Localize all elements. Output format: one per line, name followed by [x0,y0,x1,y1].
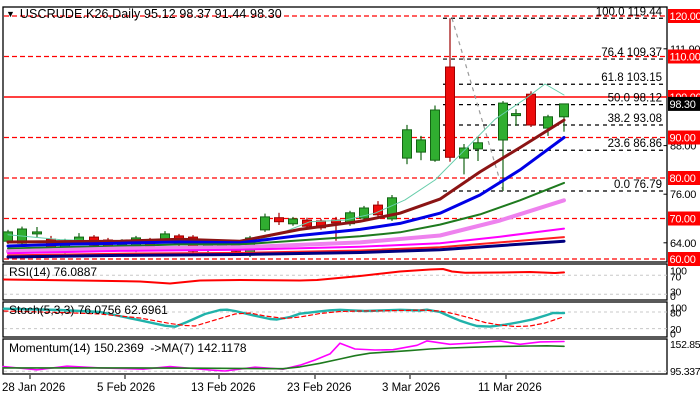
candle-body [459,147,469,159]
rsi-axis-label: 0 [670,291,676,303]
date-label: 11 Mar 2026 [478,382,542,394]
chart-title-text: USCRUDE.K26,Daily 95.12 98.37 91.44 98.3… [19,7,282,21]
fib-level-label: 61.8 103.15 [601,72,662,84]
candle-body [559,103,569,118]
price-level-badge-label: 70.00 [670,214,696,226]
momentum-axis-label: 95.3379 [670,366,700,378]
candle-body [473,142,483,150]
date-label: 13 Feb 2026 [191,382,256,394]
candle-body [274,217,284,223]
fib-level-label: 23.6 86.86 [608,138,662,150]
price-level-badge-label: 60.00 [670,254,696,266]
current-price-badge-label: 98.30 [670,99,696,111]
momentum-indicator-label: Momentum(14) 150.2369 ->MA(7) 142.1178 [9,341,247,355]
candle-body [402,129,412,159]
price-level-badge-label: 90.00 [670,133,696,145]
candle-body [288,218,298,225]
stoch-indicator-label: Stoch(5,3,3) 76.0756 62.6961 [9,303,168,317]
chart-window: 100.0 119.44 76.4 109.37 61.8 103.15 50.0 9… [0,0,700,400]
date-label: 3 Mar 2026 [382,382,440,394]
date-label: 23 Feb 2026 [287,382,352,394]
fib-level-label: 38.2 93.08 [608,113,662,125]
date-label: 5 Feb 2026 [97,382,155,394]
fib-level-label: 0.0 76.79 [614,179,662,191]
chart-canvas[interactable]: 100.0 119.44 76.4 109.37 61.8 103.15 50.0 9… [0,0,700,400]
candle-body [260,216,270,231]
price-level-badge-label: 80.00 [670,173,696,185]
price-axis-tick-label: 64.00 [670,238,696,250]
candle-body [445,66,455,158]
chart-title-bar: ▼ USCRUDE.K26,Daily 95.12 98.37 91.44 98… [6,7,282,21]
rsi-indicator-label: RSI(14) 76.0887 [9,265,98,279]
fib-level-label: 100.0 119.44 [596,6,663,18]
candle-body [498,102,508,141]
candle-body [430,109,440,161]
candle-body [511,113,521,117]
candle-body [3,231,13,242]
fib-level-label: 50.0 98.12 [608,93,662,105]
rsi-axis-label: 70 [670,272,682,284]
price-axis-tick-label: 76.00 [670,189,696,201]
candle-body [416,139,426,153]
price-level-badge-label: 120.00 [670,11,700,23]
stoch-axis-label: 80 [670,308,682,320]
symbol-dropdown-icon[interactable]: ▼ [6,9,15,19]
momentum-axis-label: 152.851 [670,339,700,351]
price-level-badge-label: 110.00 [670,52,700,64]
date-label: 28 Jan 2026 [2,382,65,394]
fib-level-label: 76.4 109.37 [601,47,662,59]
candle-body [32,231,42,235]
candle-body [526,93,536,126]
